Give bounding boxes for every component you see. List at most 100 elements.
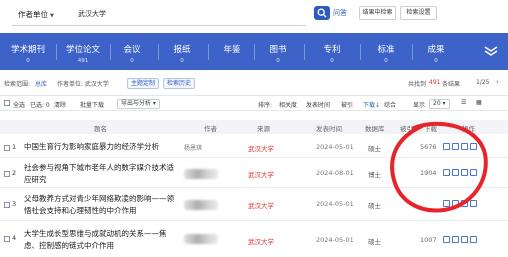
display-label: 显示 [413,102,426,109]
search-in-results-button[interactable]: 结果中检索 [359,6,396,20]
row-number: 4 [12,234,17,242]
tab-label: 学位论文 [65,45,100,55]
selected-count: 已选: 0 [30,102,50,109]
row-source[interactable]: 武汉大学 [248,200,274,210]
row-author-redacted [184,200,218,210]
tab-count: 0 [180,58,184,64]
search-icon [317,8,327,18]
tab-conferences[interactable]: 会议 0 [112,33,152,70]
row-number: 3 [12,200,17,208]
scope-value[interactable]: 总库 [35,79,47,88]
tab-journals[interactable]: 学术期刊 0 [2,33,54,70]
grid-view-icon[interactable]: ▦ [476,99,482,106]
row-actions [443,236,479,245]
row-date: 2024-05-01 [316,143,354,151]
favorite-icon[interactable] [461,236,468,243]
sort-overall[interactable]: 综合 [384,100,396,109]
topic-custom-chip[interactable]: 主题定制 [127,78,160,89]
search-button[interactable] [314,6,330,20]
sort-date[interactable]: 发表时间 [306,100,330,109]
row-number: 2 [12,169,17,177]
sort-download[interactable]: 下载↓ [363,100,380,109]
sort-cited[interactable]: 被引 [341,100,353,109]
select-all-checkbox[interactable] [4,99,10,106]
quote-icon[interactable] [470,236,477,243]
tab-count: 0 [276,58,280,64]
sort-relevance[interactable]: 相关度 [279,100,297,109]
category-tabs: 学术期刊 0 学位论文 491 会议 0 报纸 0 年鉴 图书 0 专利 0 标… [0,33,508,70]
tab-divider [304,44,305,60]
tab-theses[interactable]: 学位论文 491 [58,33,108,70]
tab-divider [254,44,255,60]
select-all-label[interactable]: 全选 [13,100,25,109]
row-checkbox[interactable] [4,171,10,177]
tab-yearbooks[interactable]: 年鉴 [212,33,252,70]
clear-button[interactable]: 清除 [54,100,66,109]
col-title[interactable]: 题名 [94,123,107,133]
tab-label: 图书 [269,45,287,55]
row-author-redacted [184,169,218,179]
total-suffix: 条结果 [442,81,461,88]
next-page-icon[interactable]: › [496,78,499,86]
row-database: 博士 [368,171,381,179]
ask-link[interactable]: 问答 [333,8,347,18]
tab-count: 0 [130,58,134,64]
export-dropdown[interactable]: 导出与分析 ▾ [117,99,160,109]
row-checkbox[interactable] [4,236,10,242]
row-title[interactable]: 父母教养方式对青少年网络欺凌的影响——领悟社会支持和心理韧性的中介作用 [24,193,174,217]
tab-books[interactable]: 图书 0 [258,33,298,70]
read-icon[interactable] [452,236,459,243]
chevron-double-down-icon[interactable] [484,46,498,56]
row-database: 硕士 [368,145,381,153]
col-author: 作者 [204,125,217,133]
row-author[interactable]: 杨恩琪 [184,143,218,152]
tab-label: 学术期刊 [10,45,45,55]
download-icon[interactable] [443,236,450,243]
page-size-value: 20 [433,100,441,107]
results-toolbar: 全选 已选: 0 清除 批量下载 导出与分析 ▾ 排序: 相关度 发表时间 被引… [0,95,508,111]
checkbox-icon [4,99,10,106]
tab-count: 0 [26,58,30,64]
row-database: 硕士 [368,202,381,210]
tab-standards[interactable]: 标准 0 [364,33,408,70]
row-title[interactable]: 中国生育行为影响家庭暴力的经济学分析 [24,141,174,153]
tab-divider [412,44,413,60]
filter-row: 检索范围: 总库 作者单位: 武汉大学 主题定制 检索历史 共找到 491 条结… [0,76,508,90]
row-number: 1 [12,143,17,151]
sort-label: 排序: [258,102,273,109]
total-count: 491 [429,79,441,86]
row-checkbox[interactable] [4,202,10,208]
search-history-chip[interactable]: 检索历史 [163,78,196,89]
tab-label: 成果 [427,45,445,55]
row-checkbox[interactable] [4,145,10,151]
search-scope-select[interactable]: 作者单位 ▼ [18,9,54,20]
tab-divider [360,44,361,60]
red-circle-annotation [390,121,488,213]
search-settings-button[interactable]: 检索设置 [400,6,437,20]
export-label: 导出与分析 [121,100,152,107]
search-condition: 作者单位: 武汉大学 [57,81,109,88]
tab-divider [208,44,209,60]
tab-label: 报纸 [173,45,191,55]
tab-achievements[interactable]: 成果 0 [416,33,456,70]
tab-patents[interactable]: 专利 0 [308,33,356,70]
list-view-icon[interactable]: ☰ [461,99,466,106]
row-date: 2024-05-01 [316,200,354,208]
row-author-redacted [184,234,218,244]
batch-download-button[interactable]: 批量下载 [80,100,104,109]
row-source[interactable]: 武汉大学 [248,236,274,246]
page-size-select[interactable]: 20 ▾ [429,99,450,109]
tab-label: 专利 [323,45,341,55]
col-date[interactable]: 发表时间 [316,123,342,133]
search-input[interactable] [78,6,304,22]
tab-divider [158,44,159,60]
row-downloads: 1007 [420,236,437,244]
scope-prefix: 检索范围: [4,81,31,88]
row-source[interactable]: 武汉大学 [248,169,274,179]
row-date: 2024-08-01 [316,169,354,177]
tab-count: 0 [330,58,334,64]
tab-newspapers[interactable]: 报纸 0 [162,33,202,70]
row-source[interactable]: 武汉大学 [248,143,274,153]
row-title[interactable]: 大学生成长型思维与成就动机的关系——焦虑、控制感的链式中介作用 [24,228,174,252]
row-title[interactable]: 社会参与视角下城市老年人的数字媒介技术适应研究 [24,162,174,186]
